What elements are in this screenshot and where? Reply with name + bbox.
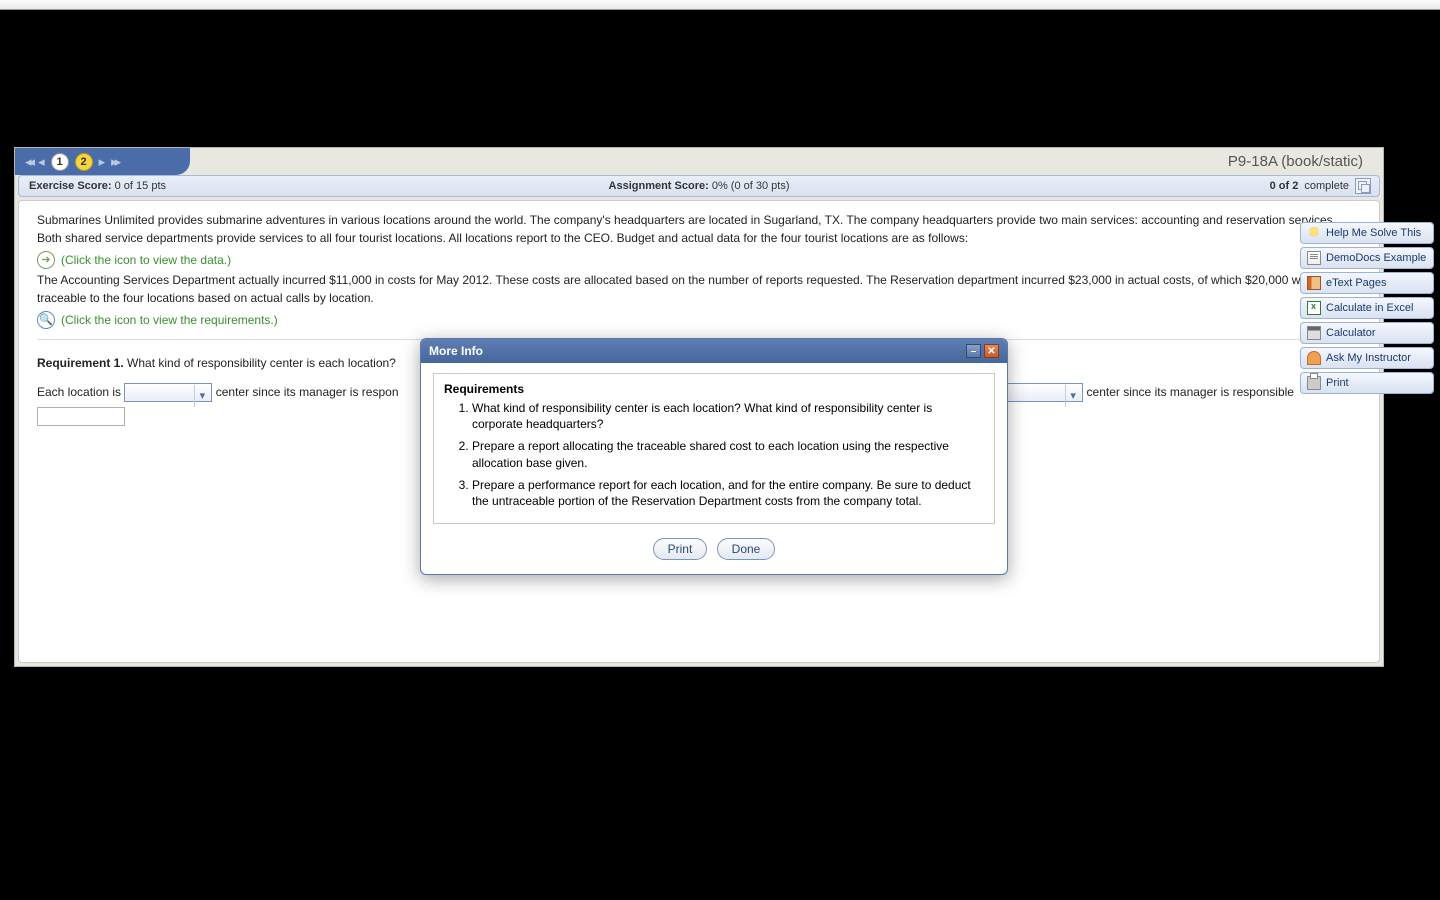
progress-word: complete: [1304, 180, 1349, 192]
answer-seg-3: center since its manager is responsible: [1087, 385, 1294, 399]
modal-body: Requirements What kind of responsibility…: [421, 363, 1007, 574]
calculate-excel-button[interactable]: Calculate in Excel: [1300, 297, 1434, 319]
help-me-solve-button[interactable]: Help Me Solve This: [1300, 222, 1434, 244]
nav-strip: ◂◂ ◂ 1 2 ▸ ▸▸ P9-18A (book/static): [15, 148, 1383, 175]
requirement-item: Prepare a report allocating the traceabl…: [472, 438, 984, 470]
popout-icon[interactable]: [1355, 178, 1371, 194]
mac-menubar: [0, 0, 1440, 10]
sidebar-label: Help Me Solve This: [1326, 227, 1421, 239]
data-icon[interactable]: ➜: [37, 251, 55, 269]
answer-seg-2: center since its manager is respon: [216, 385, 399, 399]
page-indicator-1[interactable]: 1: [51, 153, 69, 171]
book-icon: [1307, 276, 1321, 290]
progress-count: 0 of 2: [1270, 180, 1299, 192]
exercise-score-label: Exercise Score:: [29, 180, 112, 192]
demodocs-button[interactable]: DemoDocs Example: [1300, 247, 1434, 269]
more-info-modal: More Info – ✕ Requirements What kind of …: [420, 338, 1008, 575]
problem-paragraph-1: Submarines Unlimited provides submarine …: [37, 211, 1361, 247]
modal-print-button[interactable]: Print: [653, 538, 708, 560]
calculator-icon: [1307, 326, 1321, 340]
answer-blank-input[interactable]: [37, 407, 125, 426]
view-data-link[interactable]: (Click the icon to view the data.): [61, 251, 231, 269]
requirements-box: Requirements What kind of responsibility…: [433, 373, 995, 524]
sidebar-label: eText Pages: [1326, 277, 1387, 289]
magnify-icon[interactable]: 🔍: [37, 311, 55, 329]
etext-button[interactable]: eText Pages: [1300, 272, 1434, 294]
exercise-score-value: 0 of 15 pts: [115, 180, 166, 192]
last-page-icon[interactable]: ▸▸: [111, 154, 118, 170]
modal-title: More Info: [429, 344, 483, 358]
person-icon: [1307, 351, 1321, 365]
answer-seg-1: Each location is: [37, 385, 124, 399]
sidebar-label: Calculate in Excel: [1326, 302, 1413, 314]
nav-tab: ◂◂ ◂ 1 2 ▸ ▸▸: [15, 148, 190, 175]
requirement-text: What kind of responsibility center is ea…: [127, 356, 396, 370]
assignment-score-label: Assignment Score:: [609, 180, 709, 192]
modal-done-button[interactable]: Done: [717, 538, 776, 560]
sidebar-label: Print: [1326, 377, 1349, 389]
requirement-item: Prepare a performance report for each lo…: [472, 477, 984, 509]
bulb-icon: [1307, 226, 1321, 240]
minimize-icon[interactable]: –: [966, 344, 981, 358]
doc-icon: [1307, 251, 1321, 265]
page-title: P9-18A (book/static): [1228, 153, 1363, 170]
print-button[interactable]: Print: [1300, 372, 1434, 394]
center-type-dropdown-2[interactable]: [995, 383, 1083, 402]
score-bar: Exercise Score: 0 of 15 pts Assignment S…: [18, 175, 1380, 197]
view-requirements-link[interactable]: (Click the icon to view the requirements…: [61, 311, 278, 329]
calculator-button[interactable]: Calculator: [1300, 322, 1434, 344]
sidebar-label: Calculator: [1326, 327, 1376, 339]
center-type-dropdown-1[interactable]: [124, 383, 212, 402]
next-page-icon[interactable]: ▸: [99, 154, 106, 170]
printer-icon: [1307, 376, 1321, 390]
prev-page-icon[interactable]: ◂: [38, 154, 45, 170]
ask-instructor-button[interactable]: Ask My Instructor: [1300, 347, 1434, 369]
first-page-icon[interactable]: ◂◂: [25, 154, 32, 170]
close-icon[interactable]: ✕: [984, 344, 999, 358]
sidebar-label: DemoDocs Example: [1326, 252, 1426, 264]
problem-paragraph-2: The Accounting Services Department actua…: [37, 271, 1361, 307]
excel-icon: [1307, 301, 1321, 315]
assignment-score-value: 0% (0 of 30 pts): [712, 180, 790, 192]
requirement-heading: Requirement 1.: [37, 356, 124, 370]
requirement-item: What kind of responsibility center is ea…: [472, 400, 984, 432]
page-indicator-2[interactable]: 2: [75, 153, 93, 171]
sidebar-label: Ask My Instructor: [1326, 352, 1411, 364]
modal-header[interactable]: More Info – ✕: [421, 339, 1007, 363]
requirements-heading: Requirements: [444, 382, 984, 396]
help-sidebar: Help Me Solve This DemoDocs Example eTex…: [1300, 222, 1434, 394]
